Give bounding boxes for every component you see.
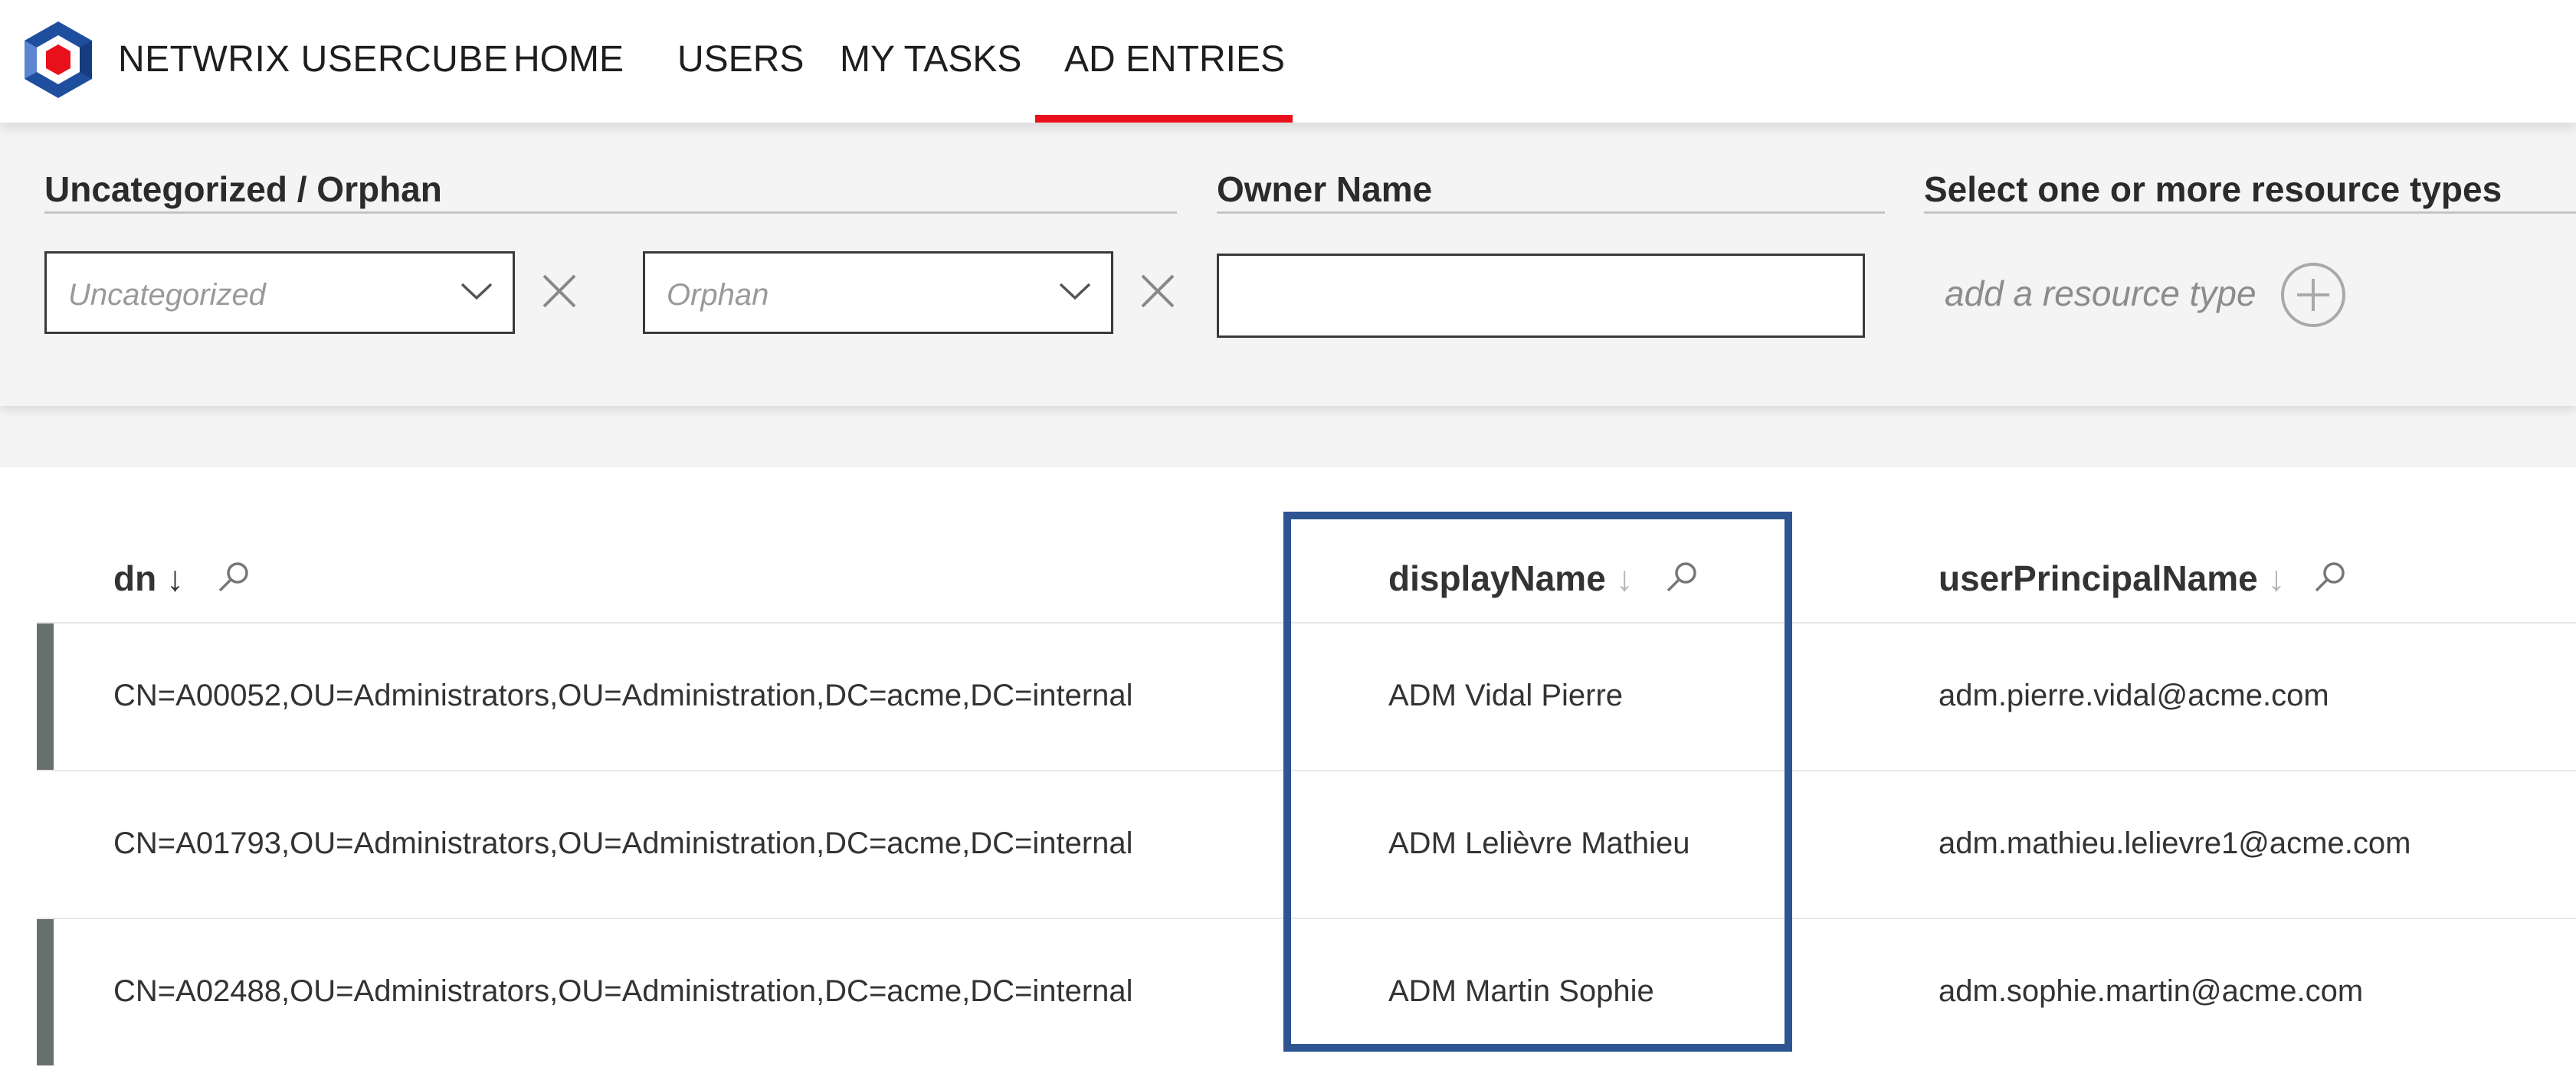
cell-dn: CN=A01793,OU=Administrators,OU=Administr… (113, 826, 1133, 860)
cell-displayname: ADM Martin Sophie (1388, 974, 1654, 1008)
owner-name-title: Owner Name (1217, 169, 1433, 209)
column-header-userprincipalname-label: userPrincipalName (1939, 558, 2258, 598)
orphan-select-placeholder: Orphan (667, 278, 769, 312)
cell-userprincipalname: adm.pierre.vidal@acme.com (1939, 679, 2329, 712)
owner-name-input[interactable] (1217, 254, 1865, 338)
brand-name: NETWRIX USERCUBE (118, 39, 509, 80)
active-tab-indicator (1035, 115, 1293, 123)
section-divider (1924, 211, 2576, 214)
orphan-select[interactable]: Orphan (643, 251, 1113, 334)
column-header-dn[interactable]: dn ↓ (113, 558, 184, 599)
chevron-down-icon (460, 283, 493, 300)
cell-displayname: ADM Lelièvre Mathieu (1388, 826, 1690, 860)
clear-uncategorized-icon[interactable] (539, 271, 579, 311)
add-resource-type-label[interactable]: add a resource type (1945, 273, 2256, 314)
uncategorized-select-placeholder: Uncategorized (68, 278, 266, 312)
section-divider (1217, 211, 1885, 214)
search-icon[interactable] (1664, 559, 1699, 594)
cell-dn: CN=A02488,OU=Administrators,OU=Administr… (113, 974, 1133, 1008)
cell-displayname: ADM Vidal Pierre (1388, 679, 1624, 712)
nav-home[interactable]: HOME (513, 38, 624, 80)
panel-spacer (0, 406, 2576, 467)
sort-desc-icon[interactable]: ↓ (2268, 558, 2286, 598)
table-row[interactable]: CN=A00052,OU=Administrators,OU=Administr… (0, 624, 2576, 771)
resource-types-title: Select one or more resource types (1924, 169, 2502, 209)
top-navigation-bar: NETWRIX USERCUBE HOME USERS MY TASKS AD … (0, 0, 2576, 123)
nav-users[interactable]: USERS (677, 38, 804, 80)
search-icon[interactable] (2312, 559, 2348, 594)
netwrix-logo-icon (25, 21, 92, 98)
row-status-indicator (37, 624, 54, 770)
cell-dn: CN=A00052,OU=Administrators,OU=Administr… (113, 679, 1133, 712)
table-row[interactable]: CN=A02488,OU=Administrators,OU=Administr… (0, 919, 2576, 1067)
uncategorized-select[interactable]: Uncategorized (44, 251, 515, 334)
clear-orphan-icon[interactable] (1138, 271, 1178, 311)
row-status-indicator (37, 919, 54, 1065)
table-row[interactable]: CN=A01793,OU=Administrators,OU=Administr… (0, 771, 2576, 919)
nav-ad-entries[interactable]: AD ENTRIES (1064, 38, 1285, 80)
sort-desc-icon[interactable]: ↓ (1616, 558, 1634, 598)
cell-userprincipalname: adm.mathieu.lelievre1@acme.com (1939, 826, 2411, 860)
category-filter-title: Uncategorized / Orphan (44, 169, 442, 209)
chevron-down-icon (1059, 283, 1091, 300)
column-header-displayname-label: displayName (1388, 558, 1606, 598)
filter-panel: Uncategorized / Orphan Uncategorized Orp… (0, 123, 2576, 406)
search-icon[interactable] (216, 559, 251, 594)
section-divider (44, 211, 1177, 214)
column-header-displayname[interactable]: displayName ↓ (1388, 558, 1634, 599)
column-header-dn-label: dn (113, 558, 157, 598)
cell-userprincipalname: adm.sophie.martin@acme.com (1939, 974, 2364, 1008)
column-header-userprincipalname[interactable]: userPrincipalName ↓ (1939, 558, 2286, 599)
nav-my-tasks[interactable]: MY TASKS (840, 38, 1021, 80)
sort-desc-icon[interactable]: ↓ (166, 558, 184, 598)
add-circle-icon[interactable] (2279, 260, 2348, 329)
